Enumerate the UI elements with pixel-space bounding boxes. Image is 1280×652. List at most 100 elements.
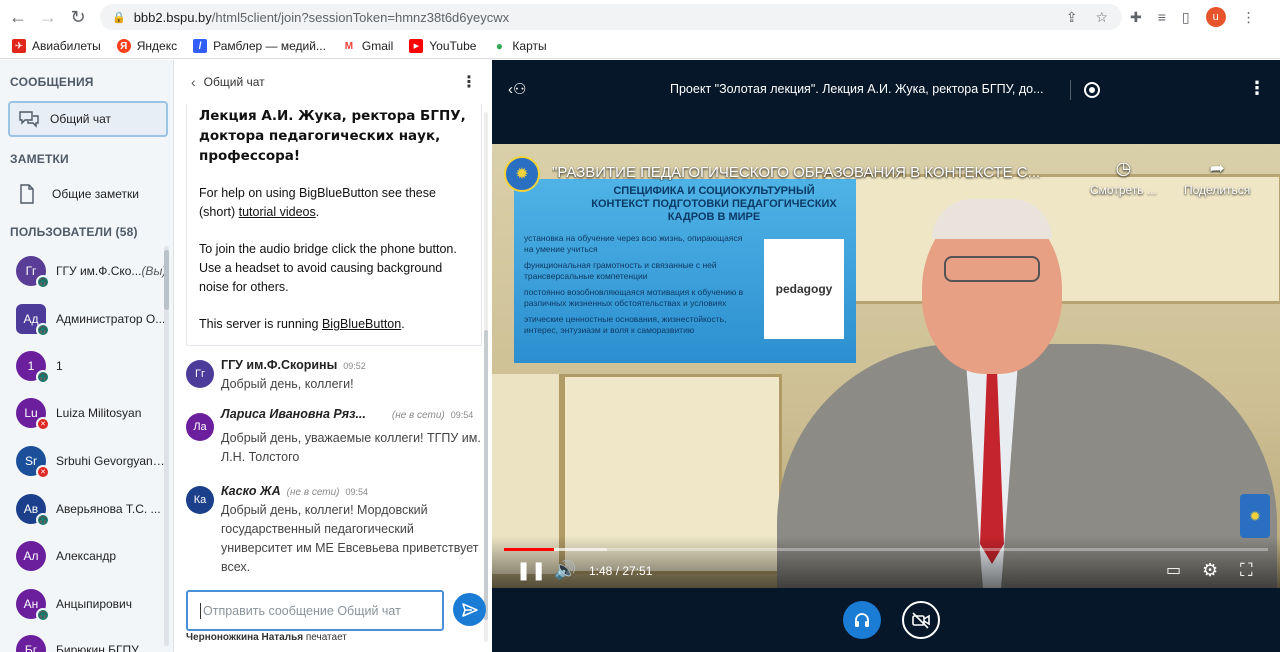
user-list-panel: СООБЩЕНИЯ Общий чат ЗАМЕТКИ Общие заметк…	[0, 60, 174, 652]
gmail-icon: M	[341, 39, 356, 53]
subtitles-icon[interactable]: ▭	[1166, 560, 1181, 580]
tutorial-videos-link[interactable]: tutorial videos	[239, 205, 316, 219]
user-name: Srbuhi Gevorgyan, ...	[56, 454, 168, 468]
presentation-header: ‹⚇ Проект "Золотая лекция". Лекция А.И. …	[492, 60, 1280, 122]
extensions-icon[interactable]: ✚	[1130, 9, 1142, 26]
shared-notes-label: Общие заметки	[52, 187, 139, 201]
welcome-message: Лекция А.И. Жука, ректора БГПУ, доктора …	[186, 104, 482, 346]
text-caret	[200, 602, 201, 619]
browser-menu-icon[interactable]: ⋮	[1242, 9, 1256, 26]
bookmark-aviabilety[interactable]: ✈ Авиабилеты	[12, 39, 101, 53]
youtube-video-player[interactable]: СПЕЦИФИКА И СОЦИОКУЛЬТУРНЫЙ КОНТЕКСТ ПОД…	[492, 144, 1280, 588]
shared-notes-entry[interactable]: Общие заметки	[8, 178, 168, 210]
address-bar[interactable]: 🔒 bbb2.bspu.by /html5client/join?session…	[100, 4, 1122, 30]
message-author: Каско ЖА	[221, 484, 281, 498]
forward-arrow-icon[interactable]: →	[36, 5, 60, 29]
channel-logo-icon[interactable]: ✹	[504, 156, 540, 192]
avatar: Ка	[186, 486, 214, 514]
slide-bullet: установка на обучение через всю жизнь, о…	[524, 233, 743, 254]
bookmarks-bar: ✈ Авиабилеты Я Яндекс / Рамблер — медий... …	[0, 34, 1280, 59]
welcome-audio: To join the audio bridge click the phone…	[199, 242, 457, 294]
user-list-item[interactable]: Гг 🎧 ГГУ им.Ф.Ско...(Вы)	[0, 249, 170, 293]
bookmark-maps[interactable]: ● Карты	[492, 39, 547, 53]
back-arrow-icon[interactable]: ←	[6, 5, 30, 29]
headset-icon: 🎧	[36, 275, 50, 289]
avatar: Ал	[16, 541, 46, 571]
user-list-item[interactable]: Ан 🎧 Анцыпирович	[0, 582, 170, 626]
headset-icon: 🎧	[36, 323, 50, 337]
user-list-item[interactable]: Ад 🎧 Администратор О...	[0, 297, 170, 341]
header-divider	[1070, 80, 1071, 100]
camera-off-icon	[912, 612, 930, 629]
university-logo-icon: ✹	[1240, 494, 1270, 538]
options-menu-icon[interactable]: ⋮	[1248, 78, 1266, 99]
speaker-glasses	[944, 256, 1040, 282]
video-controls: ❚❚ 🔊 1:48 / 27:51 ▭ ⚙ ⛶	[492, 536, 1280, 588]
word-cloud-image: pedagogy	[764, 239, 844, 339]
user-name: Luiza Militosyan	[56, 406, 142, 420]
chat-header[interactable]: ‹ Общий чат	[175, 60, 491, 104]
bigbluebutton-link[interactable]: BigBlueButton	[322, 317, 401, 331]
share-icon[interactable]: ⇪	[1066, 9, 1078, 26]
user-name: Аверьянова Т.С. ...	[56, 502, 161, 516]
welcome-heading: Лекция А.И. Жука, ректора БГПУ, доктора …	[199, 108, 466, 164]
volume-icon[interactable]: 🔊	[554, 560, 576, 581]
user-list-scroll-thumb[interactable]	[164, 250, 169, 310]
avatar: Ад 🎧	[16, 304, 50, 337]
user-name: ГГУ им.Ф.Ско...(Вы)	[56, 264, 167, 278]
user-list-item[interactable]: Ав 🎧 Аверьянова Т.С. ...	[0, 487, 170, 531]
message-time: 09:52	[343, 361, 366, 371]
user-list-item[interactable]: Ал Александр	[0, 534, 170, 578]
settings-gear-icon[interactable]: ⚙	[1202, 560, 1218, 581]
chat-options-icon[interactable]: ⋮	[461, 72, 477, 92]
url-path: /html5client/join?sessionToken=hmnz38t6d…	[211, 9, 510, 25]
notes-document-icon	[16, 184, 38, 204]
bookmark-youtube[interactable]: ▶ YouTube	[409, 39, 476, 53]
bookmark-flight-icon: ✈	[12, 39, 26, 53]
public-chat-entry[interactable]: Общий чат	[8, 101, 168, 137]
side-panel-icon[interactable]: ▯	[1182, 9, 1190, 26]
avatar: Гг 🎧	[16, 256, 50, 289]
chat-message: Ка Каско ЖА (не в сети) 09:54 Добрый день,…	[186, 484, 482, 577]
send-message-button[interactable]	[453, 593, 486, 626]
message-time: 09:54	[450, 410, 474, 420]
user-list-item[interactable]: 1 🎧 1	[0, 344, 170, 388]
chat-input-placeholder: Отправить сообщение Общий чат	[203, 603, 401, 618]
reading-list-icon[interactable]: ≡	[1158, 9, 1166, 25]
progress-bar[interactable]	[504, 548, 1268, 551]
share-webcam-button[interactable]	[902, 601, 940, 639]
bookmark-rambler[interactable]: / Рамблер — медий...	[193, 39, 326, 53]
user-list-item[interactable]: Sr ✕ Srbuhi Gevorgyan, ...	[0, 439, 170, 483]
watch-later-button[interactable]: ◷ Смотреть ...	[1090, 158, 1157, 197]
share-arrow-icon: ➦	[1209, 158, 1225, 178]
welcome-help: For help on using BigBlueButton see thes…	[199, 186, 436, 219]
media-actions-bar	[492, 588, 1280, 652]
user-name: Анцыпирович	[56, 597, 133, 611]
bookmark-star-icon[interactable]: ☆	[1095, 9, 1108, 26]
reload-icon[interactable]: ↻	[66, 5, 90, 29]
muted-mic-icon: ✕	[36, 465, 50, 479]
bookmark-gmail[interactable]: M Gmail	[341, 39, 393, 53]
user-toggle-icon[interactable]: ‹⚇	[508, 80, 526, 98]
profile-avatar[interactable]: u	[1205, 7, 1226, 27]
welcome-server: This server is running BigBlueButton.	[199, 317, 405, 331]
user-name: Бирюкин БГПУ	[56, 643, 139, 652]
typing-indicator: Черноножкина Наталья печатает	[186, 632, 347, 643]
pause-icon[interactable]: ❚❚	[516, 560, 546, 581]
fullscreen-icon[interactable]: ⛶	[1240, 560, 1253, 581]
leave-audio-button[interactable]	[843, 601, 881, 639]
lock-icon: 🔒	[112, 11, 126, 24]
user-list-item[interactable]: Бг Бирюкин БГПУ	[0, 628, 170, 652]
youtube-icon: ▶	[409, 39, 424, 53]
user-list-item[interactable]: Lu ✕ Luiza Militosyan	[0, 391, 170, 435]
share-video-button[interactable]: ➦ Поделиться	[1184, 158, 1250, 197]
slide-bullet: функциональная грамотность и связанные с…	[524, 260, 717, 281]
meeting-title: Проект "Золотая лекция". Лекция А.И. Жук…	[670, 82, 1044, 96]
bookmark-yandex[interactable]: Я Яндекс	[116, 39, 177, 53]
chat-message-input[interactable]: Отправить сообщение Общий чат	[186, 590, 444, 631]
recording-icon[interactable]	[1084, 82, 1100, 98]
chevron-left-icon[interactable]: ‹	[191, 74, 196, 90]
chat-scroll-thumb[interactable]	[484, 330, 488, 620]
video-title[interactable]: "РАЗВИТИЕ ПЕДАГОГИЧЕСКОГО ОБРАЗОВАНИЯ В …	[552, 164, 1072, 181]
avatar: Sr ✕	[16, 446, 50, 479]
